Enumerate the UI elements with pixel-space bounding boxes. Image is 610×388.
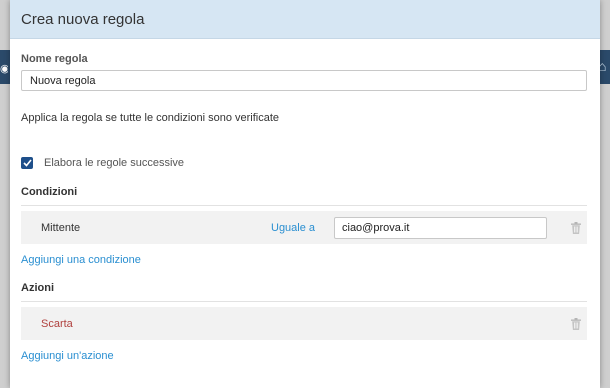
create-rule-dialog: Crea nuova regola Nome regola Nuova rego… [10,0,600,388]
add-condition-link[interactable]: Aggiungi una condizione [21,254,141,266]
apply-rule-text: Applica la regola se tutte le condizioni… [21,112,280,124]
rule-name-label: Nome regola [21,53,88,65]
action-label[interactable]: Scarta [41,318,73,330]
process-next-rules-checkbox[interactable] [21,157,33,169]
add-action-link[interactable]: Aggiungi un'azione [21,350,114,362]
actions-title: Azioni [21,282,54,294]
process-next-rules-label: Elabora le regole successive [44,157,185,169]
rule-name-input[interactable]: Nuova regola [21,70,587,91]
condition-field[interactable]: Mittente [41,222,80,234]
condition-row: Mittente Uguale a ciao@prova.it [21,211,587,244]
dialog-title: Crea nuova regola [21,10,145,28]
actions-divider [21,301,587,302]
conditions-divider [21,205,587,206]
trash-icon[interactable] [571,318,581,330]
trash-icon[interactable] [571,222,581,234]
background-icon: ◉ [0,63,8,75]
action-row: Scarta [21,307,587,340]
condition-value-input[interactable]: ciao@prova.it [334,217,547,239]
checkmark-icon [22,159,32,167]
conditions-title: Condizioni [21,186,78,198]
condition-operator[interactable]: Uguale a [271,222,315,234]
dialog-header: Crea nuova regola [10,0,600,39]
